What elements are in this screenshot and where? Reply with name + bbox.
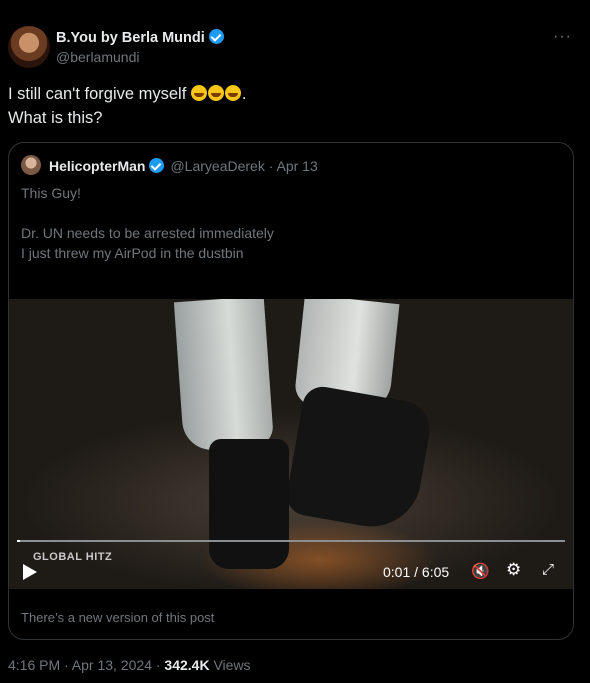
rofl-emoji-icon	[224, 85, 241, 101]
post-meta: 4:16 PM · Apr 13, 2024 · 342.4K Views	[8, 657, 251, 673]
quoted-author-handle: @LaryeaDerek · Apr 13	[170, 158, 318, 174]
quoted-post[interactable]: HelicopterMan @LaryeaDerek · Apr 13 This …	[8, 142, 574, 640]
post-timestamp[interactable]: 4:16 PM · Apr 13, 2024 ·	[8, 657, 164, 673]
video-watermark: GLOBAL HITZ	[33, 551, 113, 563]
play-icon[interactable]	[23, 564, 37, 580]
mute-icon[interactable]: 🔇	[471, 562, 490, 580]
author-avatar[interactable]	[8, 26, 50, 68]
new-version-notice[interactable]: There’s a new version of this post	[21, 610, 214, 625]
video-frame-boot	[209, 439, 289, 569]
video-progress-bar[interactable]	[17, 540, 565, 542]
post-text-line1: I still can't forgive myself	[8, 85, 187, 103]
video-frame-leg	[173, 299, 275, 452]
video-player[interactable]: GLOBAL HITZ 0:01 / 6:05 🔇 ⚙ ⤢	[9, 299, 573, 589]
views-label: Views	[213, 657, 251, 673]
quoted-author-name: HelicopterMan	[49, 158, 146, 174]
fullscreen-icon[interactable]: ⤢	[542, 561, 554, 578]
quoted-author[interactable]: HelicopterMan @LaryeaDerek · Apr 13	[49, 158, 318, 174]
author-name[interactable]: B.You by Berla Mundi	[56, 29, 224, 46]
post-text: I still can't forgive myself . What is t…	[8, 82, 246, 130]
rofl-emoji-icon	[190, 85, 207, 101]
verified-badge-icon	[149, 158, 165, 173]
post-text-line1-end: .	[241, 85, 247, 103]
views-count: 342.4K	[164, 657, 210, 673]
author-handle[interactable]: @berlamundi	[56, 49, 139, 65]
gear-icon[interactable]: ⚙	[506, 560, 521, 580]
author-name-label: B.You by Berla Mundi	[56, 30, 205, 46]
rofl-emoji-icon	[207, 85, 224, 101]
quoted-author-avatar[interactable]	[21, 155, 41, 175]
video-progress-fill	[17, 540, 20, 542]
video-frame-boot	[283, 383, 435, 535]
quoted-post-text: This Guy! Dr. UN needs to be arrested im…	[21, 185, 274, 261]
more-options-icon[interactable]: ···	[553, 28, 572, 46]
video-time: 0:01 / 6:05	[383, 564, 450, 580]
post-text-line2: What is this?	[8, 109, 103, 127]
verified-badge-icon	[208, 29, 224, 44]
